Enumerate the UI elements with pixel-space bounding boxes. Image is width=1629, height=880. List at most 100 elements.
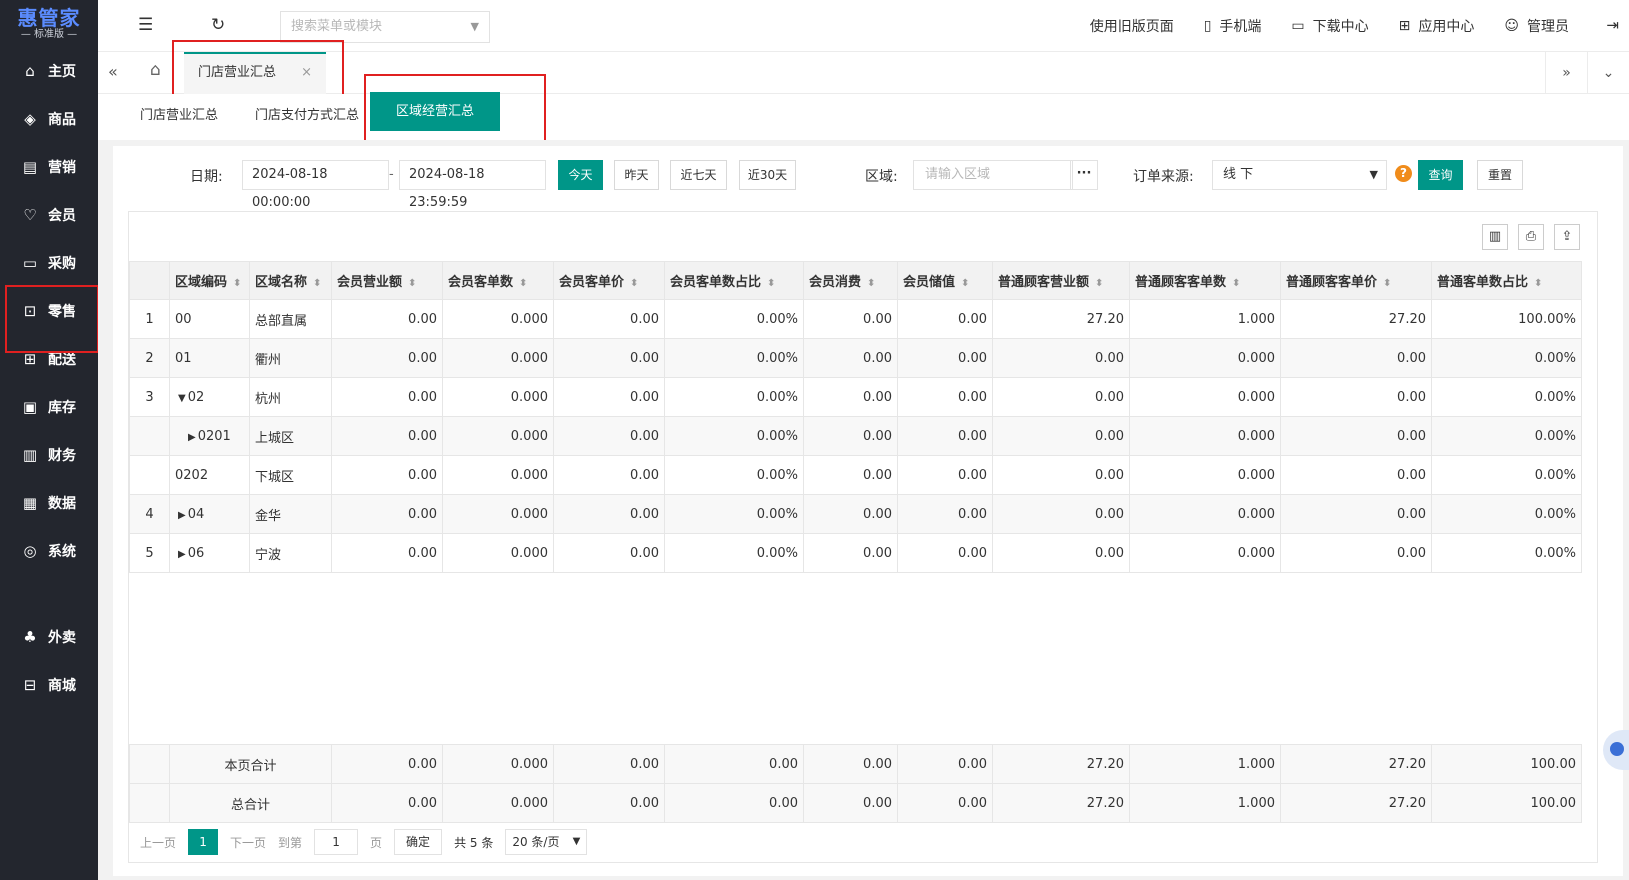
table-row[interactable]: 2 01 衢州 0.00 0.000 0.00 0.00% 0.00 0.00 0.00 0.000… — [129, 338, 1582, 378]
sidebar-item-icon: ◈ — [24, 110, 36, 128]
totals-body: 本页合计 0.00 0.000 0.00 0.00 0.00 0.00 27.20 1.000 2… — [129, 744, 1582, 823]
tabs-scroll-left-icon[interactable]: « — [108, 62, 118, 81]
table-row[interactable]: 5 ▶ 06 宁波 0.00 0.000 0.00 0.00% 0.00 0.00 0.00 0.00… — [129, 533, 1582, 573]
sort-icon[interactable]: ⬍ — [767, 278, 775, 289]
sort-icon[interactable]: ⬍ — [961, 278, 969, 289]
sort-icon[interactable]: ⬍ — [1534, 278, 1542, 289]
sort-icon[interactable]: ⬍ — [408, 278, 416, 289]
sort-icon[interactable]: ⬍ — [1383, 278, 1391, 289]
column-header[interactable]: 会员储值 ⬍ — [897, 261, 993, 300]
sidebar-item-0[interactable]: ⌂ 主页 — [0, 47, 98, 95]
sidebar-item-icon: ♡ — [23, 206, 37, 224]
column-header[interactable]: 普通顾客客单价 ⬍ — [1280, 261, 1432, 300]
column-header[interactable]: 会员客单价 ⬍ — [553, 261, 665, 300]
sort-icon[interactable]: ⬍ — [1095, 278, 1103, 289]
sidebar-item-3[interactable]: ♡ 会员 — [0, 191, 98, 239]
table-row[interactable]: 1 00 总部直属 0.00 0.000 0.00 0.00% 0.00 0.00 27.20 1.… — [129, 299, 1582, 339]
column-header[interactable]: 会员营业额 ⬍ — [331, 261, 443, 300]
yesterday-button[interactable]: 昨天 — [614, 160, 659, 190]
menu-search-select[interactable]: 搜索菜单或模块 ▼ — [280, 11, 490, 43]
sort-icon[interactable]: ⬍ — [313, 278, 321, 289]
cell-value: 0.000 — [1129, 338, 1281, 378]
date-start-input[interactable]: 2024-08-18 00:00:00 — [242, 160, 389, 210]
admin-user-menu[interactable]: ☺ 管理员 — [1504, 16, 1569, 36]
export-icon[interactable]: ⇪ — [1554, 224, 1580, 250]
reset-button[interactable]: 重置 — [1477, 160, 1523, 190]
last-7-days-button[interactable]: 近七天 — [670, 160, 727, 190]
region-more-button[interactable]: ··· — [1070, 160, 1098, 190]
order-source-select[interactable]: 线 下 ▼ — [1212, 160, 1387, 190]
menu-toggle-icon[interactable]: ☰ — [138, 15, 153, 35]
sort-icon[interactable]: ⬍ — [519, 278, 527, 289]
collapsed-caret-icon[interactable]: ▶ — [178, 549, 186, 560]
cell-value: 0.00% — [1431, 416, 1582, 456]
current-page[interactable]: 1 — [188, 829, 219, 855]
sidebar-item-2[interactable]: ▤ 营销 — [0, 143, 98, 191]
home-tab-icon[interactable]: ⌂ — [150, 60, 161, 80]
goto-page-input[interactable]: 1 — [314, 829, 359, 855]
sidebar-item-11[interactable]: ♣ 外卖 — [0, 613, 98, 661]
page-size-select[interactable]: 20 条/页 ▼ — [505, 829, 588, 855]
totals-value: 0.00 — [331, 744, 443, 784]
expanded-caret-icon[interactable]: ▼ — [178, 393, 186, 404]
prev-page-button[interactable]: 上一页 — [140, 834, 176, 851]
sort-icon[interactable]: ⬍ — [233, 278, 241, 289]
sort-icon[interactable]: ⬍ — [1232, 278, 1240, 289]
query-button[interactable]: 查询 — [1418, 160, 1463, 190]
sidebar-item-label: 数据 — [48, 496, 76, 512]
subtab-store-payment-summary[interactable]: 门店支付方式汇总 — [255, 104, 359, 123]
column-header[interactable]: 会员客单数占比 ⬍ — [664, 261, 804, 300]
sort-icon[interactable]: ⬍ — [867, 278, 875, 289]
column-header[interactable]: 区域名称 ⬍ — [249, 261, 332, 300]
app-center-link[interactable]: ⊞ 应用中心 — [1399, 16, 1475, 36]
sidebar-item-12[interactable]: ⊟ 商城 — [0, 661, 98, 709]
sidebar-item-10[interactable]: ◎ 系统 — [0, 527, 98, 575]
sidebar-item-label: 主页 — [48, 64, 76, 80]
date-end-input[interactable]: 2024-08-18 23:59:59 — [399, 160, 546, 210]
next-page-button[interactable]: 下一页 — [230, 834, 266, 851]
sidebar-item-1[interactable]: ◈ 商品 — [0, 95, 98, 143]
column-filter-icon[interactable]: ▥ — [1482, 224, 1508, 250]
logout-icon[interactable]: ⇥ — [1606, 16, 1619, 34]
cell-value: 0.00 — [1280, 494, 1432, 534]
column-header[interactable]: 会员客单数 ⬍ — [442, 261, 554, 300]
table-row[interactable]: 3 ▼ 02 杭州 0.00 0.000 0.00 0.00% 0.00 0.00 0.00 0.00… — [129, 377, 1582, 417]
table-row[interactable]: 0202 下城区 0.00 0.000 0.00 0.00% 0.00 0.00 0.00 0.0… — [129, 455, 1582, 495]
goto-confirm-button[interactable]: 确定 — [394, 829, 443, 855]
sidebar-item-7[interactable]: ▣ 库存 — [0, 383, 98, 431]
tabs-scroll-right-icon[interactable]: » — [1545, 52, 1587, 94]
cell-value: 0.00 — [803, 338, 898, 378]
column-header-label: 普通顾客客单数 — [1135, 275, 1227, 290]
column-header[interactable]: 区域编码 ⬍ — [169, 261, 250, 300]
table-row[interactable]: ▶ 0201 上城区 0.00 0.000 0.00 0.00% 0.00 0.00 0.00 0.… — [129, 416, 1582, 456]
tabs-menu-chevron-icon[interactable]: ⌄ — [1587, 52, 1629, 94]
download-center-link[interactable]: ▭ 下载中心 — [1291, 16, 1368, 36]
column-header[interactable]: 会员消费 ⬍ — [803, 261, 898, 300]
collapsed-caret-icon[interactable]: ▶ — [178, 510, 186, 521]
cell-value: 0.00% — [1431, 533, 1582, 573]
mobile-link-icon: ▯ — [1203, 18, 1212, 34]
sort-icon[interactable]: ⬍ — [630, 278, 638, 289]
column-header[interactable]: 普通顾客营业额 ⬍ — [992, 261, 1130, 300]
print-icon[interactable]: ⎙ — [1518, 224, 1544, 250]
totals-value: 1.000 — [1129, 783, 1281, 823]
refresh-icon[interactable]: ↻ — [211, 15, 225, 35]
sidebar-item-8[interactable]: ▥ 财务 — [0, 431, 98, 479]
mobile-link[interactable]: ▯ 手机端 — [1204, 16, 1262, 36]
table-row[interactable]: 4 ▶ 04 金华 0.00 0.000 0.00 0.00% 0.00 0.00 0.00 0.00… — [129, 494, 1582, 534]
table-totals: 本页合计 0.00 0.000 0.00 0.00 0.00 0.00 27.20 1.000 2… — [129, 744, 1582, 823]
column-header[interactable]: 普通客单数占比 ⬍ — [1431, 261, 1582, 300]
totals-value: 27.20 — [1280, 744, 1432, 784]
collapsed-caret-icon[interactable]: ▶ — [188, 432, 196, 443]
last-30-days-button[interactable]: 近30天 — [739, 160, 796, 190]
column-header[interactable]: 普通顾客客单数 ⬍ — [1129, 261, 1281, 300]
subtab-store-business-summary[interactable]: 门店营业汇总 — [140, 104, 218, 123]
sidebar-item-4[interactable]: ▭ 采购 — [0, 239, 98, 287]
totals-index — [129, 783, 170, 823]
today-button[interactable]: 今天 — [558, 160, 603, 190]
cell-value: 0.00% — [664, 455, 804, 495]
help-icon[interactable]: ? — [1395, 165, 1412, 182]
region-input[interactable]: 请输入区域 — [913, 160, 1073, 190]
sidebar-item-9[interactable]: ▦ 数据 — [0, 479, 98, 527]
old-version-link[interactable]: 使用旧版页面 — [1090, 16, 1174, 36]
